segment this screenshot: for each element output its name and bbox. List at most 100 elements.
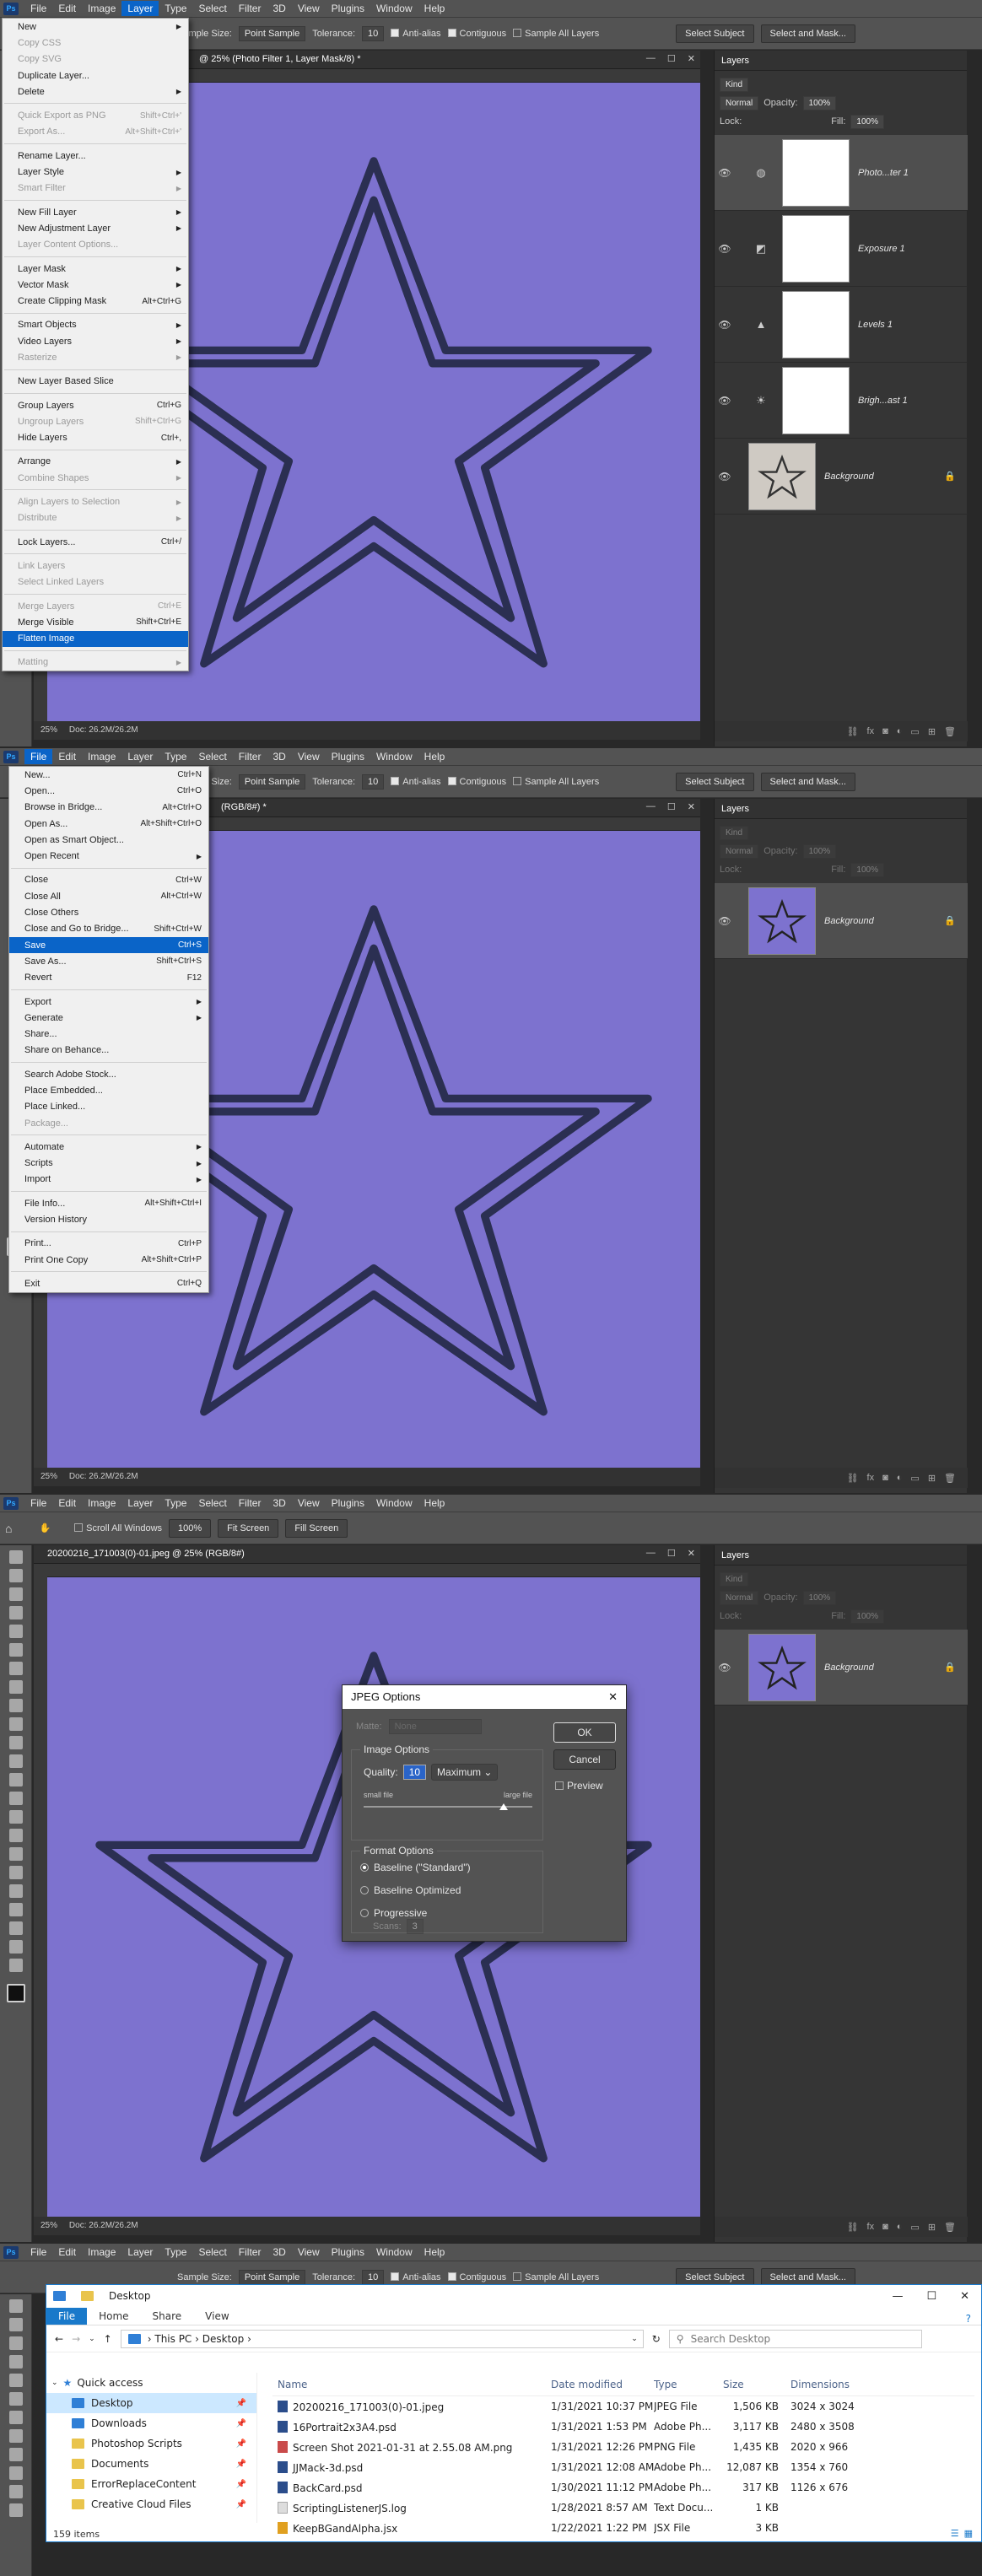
menu-edit[interactable]: Edit — [52, 749, 82, 764]
close-icon[interactable]: ✕ — [688, 801, 695, 812]
menu-image[interactable]: Image — [82, 1, 121, 16]
menu-select[interactable]: Select — [192, 2245, 232, 2260]
zoom-100-button[interactable]: 100% — [169, 1518, 212, 1538]
menu-item-new-layer-based-slice[interactable]: New Layer Based Slice — [3, 374, 188, 390]
menu-view[interactable]: View — [292, 1495, 326, 1511]
mask-icon[interactable]: ◙ — [882, 1473, 888, 1483]
zoom-level[interactable]: 25% — [40, 1472, 57, 1481]
menu-plugins[interactable]: Plugins — [326, 1495, 370, 1511]
menu-item-rename-layer[interactable]: Rename Layer... — [3, 148, 188, 164]
back-arrow-icon[interactable]: ← — [55, 2333, 63, 2345]
blend-mode-select[interactable]: Normal — [720, 95, 759, 110]
menu-help[interactable]: Help — [418, 1, 451, 16]
opacity-input[interactable]: 100% — [802, 1590, 837, 1605]
tab-view[interactable]: View — [193, 2308, 240, 2325]
adjustment-icon[interactable]: ◐ — [897, 1473, 903, 1483]
menu-edit[interactable]: Edit — [52, 1495, 82, 1511]
tool-icon[interactable] — [8, 2466, 23, 2480]
menu-help[interactable]: Help — [418, 1495, 451, 1511]
tool-icon[interactable] — [8, 2429, 23, 2443]
lock-icon[interactable]: 🔒 — [944, 1662, 956, 1673]
tool-icon[interactable] — [8, 1903, 23, 1916]
menu-item-close-all[interactable]: Close All Alt+Ctrl+W — [9, 888, 208, 904]
menu-filter[interactable]: Filter — [233, 2245, 267, 2260]
nav-item-creative-cloud-files[interactable]: Creative Cloud Files 📌 — [46, 2494, 256, 2514]
sample-all-layers-checkbox[interactable]: Sample All Layers — [513, 2272, 599, 2282]
fill-input[interactable]: 100% — [850, 862, 884, 877]
menu-item-exit[interactable]: Exit Ctrl+Q — [9, 1275, 208, 1291]
fx-icon[interactable]: fx — [867, 2222, 875, 2232]
column-dimensions[interactable]: Dimensions — [790, 2379, 892, 2390]
recent-chevron-icon[interactable]: ⌄ — [89, 2335, 95, 2343]
tolerance-input[interactable]: 10 — [362, 25, 385, 41]
tab-home[interactable]: Home — [87, 2308, 140, 2325]
minimize-icon[interactable]: — — [646, 1548, 656, 1559]
select-subject-button[interactable]: Select Subject — [676, 24, 754, 43]
folder-icon[interactable]: ▭ — [910, 2222, 919, 2233]
nav-item-desktop[interactable]: Desktop 📌 — [46, 2393, 256, 2413]
tool-icon[interactable] — [8, 1680, 23, 1694]
lock-icon[interactable]: 🔒 — [944, 915, 956, 926]
menu-item-open-recent[interactable]: Open Recent ▶ — [9, 848, 208, 864]
menu-type[interactable]: Type — [159, 2245, 192, 2260]
trash-icon[interactable]: 🗑 — [944, 726, 956, 737]
tool-icon[interactable] — [8, 1792, 23, 1805]
menu-item-close-and-go-to-bridge[interactable]: Close and Go to Bridge... Shift+Ctrl+W — [9, 921, 208, 937]
kind-filter[interactable]: Kind — [720, 77, 749, 92]
maximize-icon[interactable]: ☐ — [926, 2290, 936, 2303]
menu-layer[interactable]: Layer — [121, 749, 159, 764]
document-tab[interactable]: 20200216_171003(0)-01.jpeg @ 25% (RGB/8#… — [34, 1545, 700, 1564]
menu-layer[interactable]: Layer — [121, 1, 159, 16]
help-icon[interactable]: ? — [966, 2313, 971, 2325]
menu-file[interactable]: File — [24, 749, 53, 764]
layer-mask-thumbnail[interactable] — [782, 138, 850, 207]
tool-icon[interactable] — [8, 2485, 23, 2498]
fx-icon[interactable]: fx — [867, 1473, 875, 1483]
forward-arrow-icon[interactable]: → — [72, 2333, 80, 2345]
fit-screen-button[interactable]: Fit Screen — [218, 1518, 279, 1538]
file-row[interactable]: 20200216_171003(0)-01.jpeg 1/31/2021 10:3… — [272, 2396, 974, 2417]
menu-item-revert[interactable]: Revert F12 — [9, 970, 208, 986]
menu-item-browse-in-bridge[interactable]: Browse in Bridge... Alt+Ctrl+O — [9, 800, 208, 816]
file-row[interactable]: Screen Shot 2021-01-31 at 2.55.08 AM.png… — [272, 2437, 974, 2457]
menu-select[interactable]: Select — [192, 749, 232, 764]
contiguous-checkbox[interactable]: Contiguous — [447, 776, 506, 787]
menu-item-new[interactable]: New... Ctrl+N — [9, 767, 208, 783]
file-row[interactable]: ScriptingListenerJS.log 1/28/2021 8:57 AM… — [272, 2498, 974, 2518]
tool-icon[interactable] — [8, 1717, 23, 1731]
tool-icon[interactable] — [8, 2299, 23, 2313]
menu-item-print-one-copy[interactable]: Print One Copy Alt+Shift+Ctrl+P — [9, 1252, 208, 1268]
tool-icon[interactable] — [8, 1921, 23, 1935]
menu-type[interactable]: Type — [159, 1495, 192, 1511]
menu-item-lock-layers[interactable]: Lock Layers... Ctrl+/ — [3, 534, 188, 550]
menu-plugins[interactable]: Plugins — [326, 1, 370, 16]
trash-icon[interactable]: 🗑 — [944, 1473, 956, 1484]
menu-edit[interactable]: Edit — [52, 2245, 82, 2260]
menu-item-vector-mask[interactable]: Vector Mask ▶ — [3, 277, 188, 293]
layer-row[interactable]: 👁 ▲ Levels 1 — [715, 287, 968, 363]
trash-icon[interactable]: 🗑 — [944, 2222, 956, 2233]
menu-item-automate[interactable]: Automate ▶ — [9, 1139, 208, 1155]
scans-select[interactable]: 3 — [406, 1919, 424, 1934]
tab-file[interactable]: File — [46, 2308, 88, 2325]
tool-icon[interactable] — [8, 1606, 23, 1619]
zoom-level[interactable]: 25% — [40, 725, 57, 735]
opacity-input[interactable]: 100% — [802, 95, 837, 110]
menu-filter[interactable]: Filter — [233, 1, 267, 16]
column-type[interactable]: Type — [654, 2379, 723, 2390]
tool-icon[interactable] — [8, 1643, 23, 1657]
menu-item-scripts[interactable]: Scripts ▶ — [9, 1156, 208, 1172]
menu-help[interactable]: Help — [418, 749, 451, 764]
menu-item-arrange[interactable]: Arrange ▶ — [3, 454, 188, 470]
menu-3d[interactable]: 3D — [267, 1, 291, 16]
menu-item-share-on-behance[interactable]: Share on Behance... — [9, 1043, 208, 1059]
details-view-icon[interactable]: ☰ — [951, 2528, 959, 2539]
anti-alias-checkbox[interactable]: Anti-alias — [391, 28, 441, 39]
folder-icon[interactable]: ▭ — [910, 726, 919, 737]
menu-plugins[interactable]: Plugins — [326, 749, 370, 764]
menu-view[interactable]: View — [292, 1, 326, 16]
layer-row[interactable]: 👁 ◩ Exposure 1 — [715, 211, 968, 287]
tool-icon[interactable] — [8, 1699, 23, 1712]
quality-input[interactable]: 10 — [402, 1765, 427, 1780]
sample-all-layers-checkbox[interactable]: Sample All Layers — [513, 28, 599, 39]
